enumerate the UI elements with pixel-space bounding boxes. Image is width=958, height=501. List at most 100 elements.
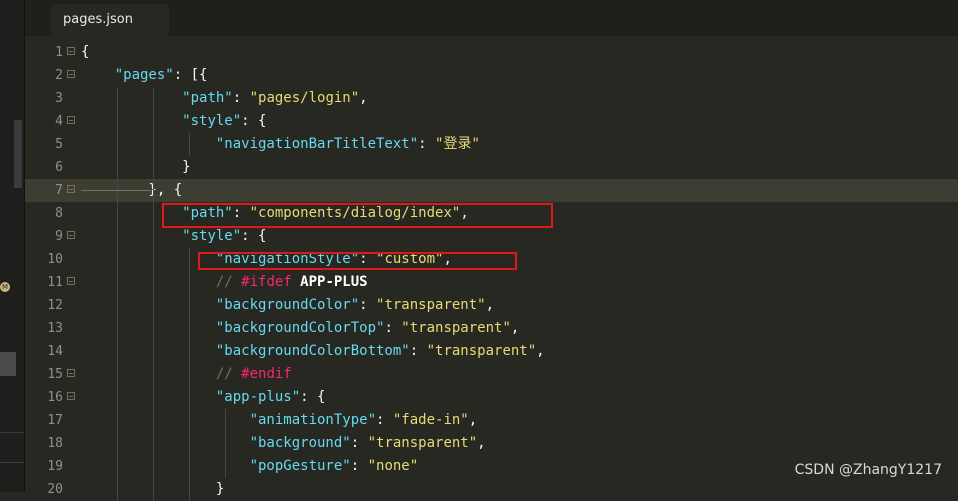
line-number: 17 xyxy=(47,413,63,428)
code-token: "backgroundColorTop" xyxy=(215,320,385,336)
code-line[interactable]: 15 // #endif xyxy=(25,363,958,386)
code-line[interactable]: 7 }, { xyxy=(25,179,958,202)
fold-toggle-icon[interactable] xyxy=(67,116,75,124)
code-text: "popGesture": "none" xyxy=(81,455,419,478)
code-line[interactable]: 9 "style": { xyxy=(25,225,958,248)
code-text: "background": "transparent", xyxy=(81,432,486,455)
code-token: : xyxy=(384,320,402,336)
line-number: 5 xyxy=(55,137,63,152)
code-token: } xyxy=(81,159,191,175)
code-token: { xyxy=(81,44,90,60)
code-token: , xyxy=(536,343,545,359)
line-number: 19 xyxy=(47,459,63,474)
code-token: , xyxy=(468,412,478,428)
code-token: : xyxy=(409,343,427,359)
code-token: "navigationBarTitleText" xyxy=(215,136,419,152)
line-number: 12 xyxy=(47,298,63,313)
line-number: 2 xyxy=(55,68,63,83)
sidebar-selected-item[interactable] xyxy=(0,352,16,376)
code-token: : xyxy=(376,412,393,428)
code-token: "fade-in" xyxy=(392,412,469,428)
sidebar-divider xyxy=(0,462,24,463)
line-number: 8 xyxy=(55,206,63,221)
line-number: 14 xyxy=(47,344,63,359)
code-text: } xyxy=(81,156,191,179)
code-line[interactable]: 20 } xyxy=(25,478,958,501)
code-token: "transparent" xyxy=(376,297,486,313)
code-line[interactable]: 4 "style": { xyxy=(25,110,958,133)
code-text: "backgroundColor": "transparent", xyxy=(81,294,494,317)
code-token: "transparent" xyxy=(426,343,537,359)
code-token: "style" xyxy=(182,228,242,244)
indent-guide xyxy=(153,87,154,501)
fold-toggle-icon[interactable] xyxy=(67,185,75,193)
code-line[interactable]: 14 "backgroundColorBottom": "transparent… xyxy=(25,340,958,363)
line-number: 11 xyxy=(47,275,63,290)
fold-toggle-icon[interactable] xyxy=(67,47,75,55)
code-token: "transparent" xyxy=(367,435,478,451)
code-token: // xyxy=(215,274,242,290)
code-line[interactable]: 6 } xyxy=(25,156,958,179)
fold-toggle-icon[interactable] xyxy=(67,277,75,285)
line-number: 1 xyxy=(55,45,63,60)
tab-bar: pages.json xyxy=(25,0,958,36)
code-line[interactable]: 18 "background": "transparent", xyxy=(25,432,958,455)
code-line[interactable]: 1{ xyxy=(25,41,958,64)
code-text: // #endif xyxy=(81,363,292,386)
code-text: "pages": [{ xyxy=(81,64,208,87)
fold-toggle-icon[interactable] xyxy=(67,392,75,400)
code-token: "animationType" xyxy=(249,412,377,428)
code-line[interactable]: 17 "animationType": "fade-in", xyxy=(25,409,958,432)
code-token: "pages/login" xyxy=(249,90,360,106)
code-token: "popGesture" xyxy=(249,458,351,474)
code-token: : xyxy=(359,297,377,313)
code-token: : xyxy=(232,90,250,106)
sidebar-scrollbar[interactable] xyxy=(14,120,22,188)
code-text: // #ifdef APP-PLUS xyxy=(81,271,368,294)
highlight-box xyxy=(198,252,517,270)
code-token: // xyxy=(215,366,242,382)
code-line[interactable]: 3 "path": "pages/login", xyxy=(25,87,958,110)
line-number: 9 xyxy=(55,229,63,244)
code-line[interactable]: 13 "backgroundColorTop": "transparent", xyxy=(25,317,958,340)
code-text: "style": { xyxy=(81,110,266,133)
watermark: CSDN @ZhangY1217 xyxy=(794,462,942,478)
line-number: 7 xyxy=(55,183,63,198)
code-token: "path" xyxy=(182,90,233,106)
line-number: 3 xyxy=(55,91,63,106)
sidebar-divider xyxy=(0,432,24,433)
code-line[interactable]: 16 "app-plus": { xyxy=(25,386,958,409)
code-line[interactable]: 2 "pages": [{ xyxy=(25,64,958,87)
code-line[interactable]: 12 "backgroundColor": "transparent", xyxy=(25,294,958,317)
line-number: 13 xyxy=(47,321,63,336)
code-token: #endif xyxy=(241,366,292,382)
code-line[interactable]: 5 "navigationBarTitleText": "登录" xyxy=(25,133,958,156)
side-panel: M xyxy=(0,0,25,492)
code-token: "backgroundColorBottom" xyxy=(215,343,410,359)
line-number: 15 xyxy=(47,367,63,382)
indent-guide xyxy=(189,133,190,156)
code-line[interactable]: 11 // #ifdef APP-PLUS xyxy=(25,271,958,294)
tab-pages-json[interactable]: pages.json xyxy=(51,4,169,36)
fold-toggle-icon[interactable] xyxy=(67,231,75,239)
fold-toggle-icon[interactable] xyxy=(67,369,75,377)
code-token: : xyxy=(350,435,368,451)
code-text: "path": "pages/login", xyxy=(81,87,368,110)
code-token: , xyxy=(359,90,368,106)
code-text: { xyxy=(81,41,89,64)
code-text: "animationType": "fade-in", xyxy=(81,409,478,432)
code-token: "transparent" xyxy=(401,320,511,336)
fold-toggle-icon[interactable] xyxy=(67,70,75,78)
indent-guide xyxy=(117,87,118,501)
code-token: "backgroundColor" xyxy=(215,297,360,313)
line-number: 10 xyxy=(47,252,63,267)
